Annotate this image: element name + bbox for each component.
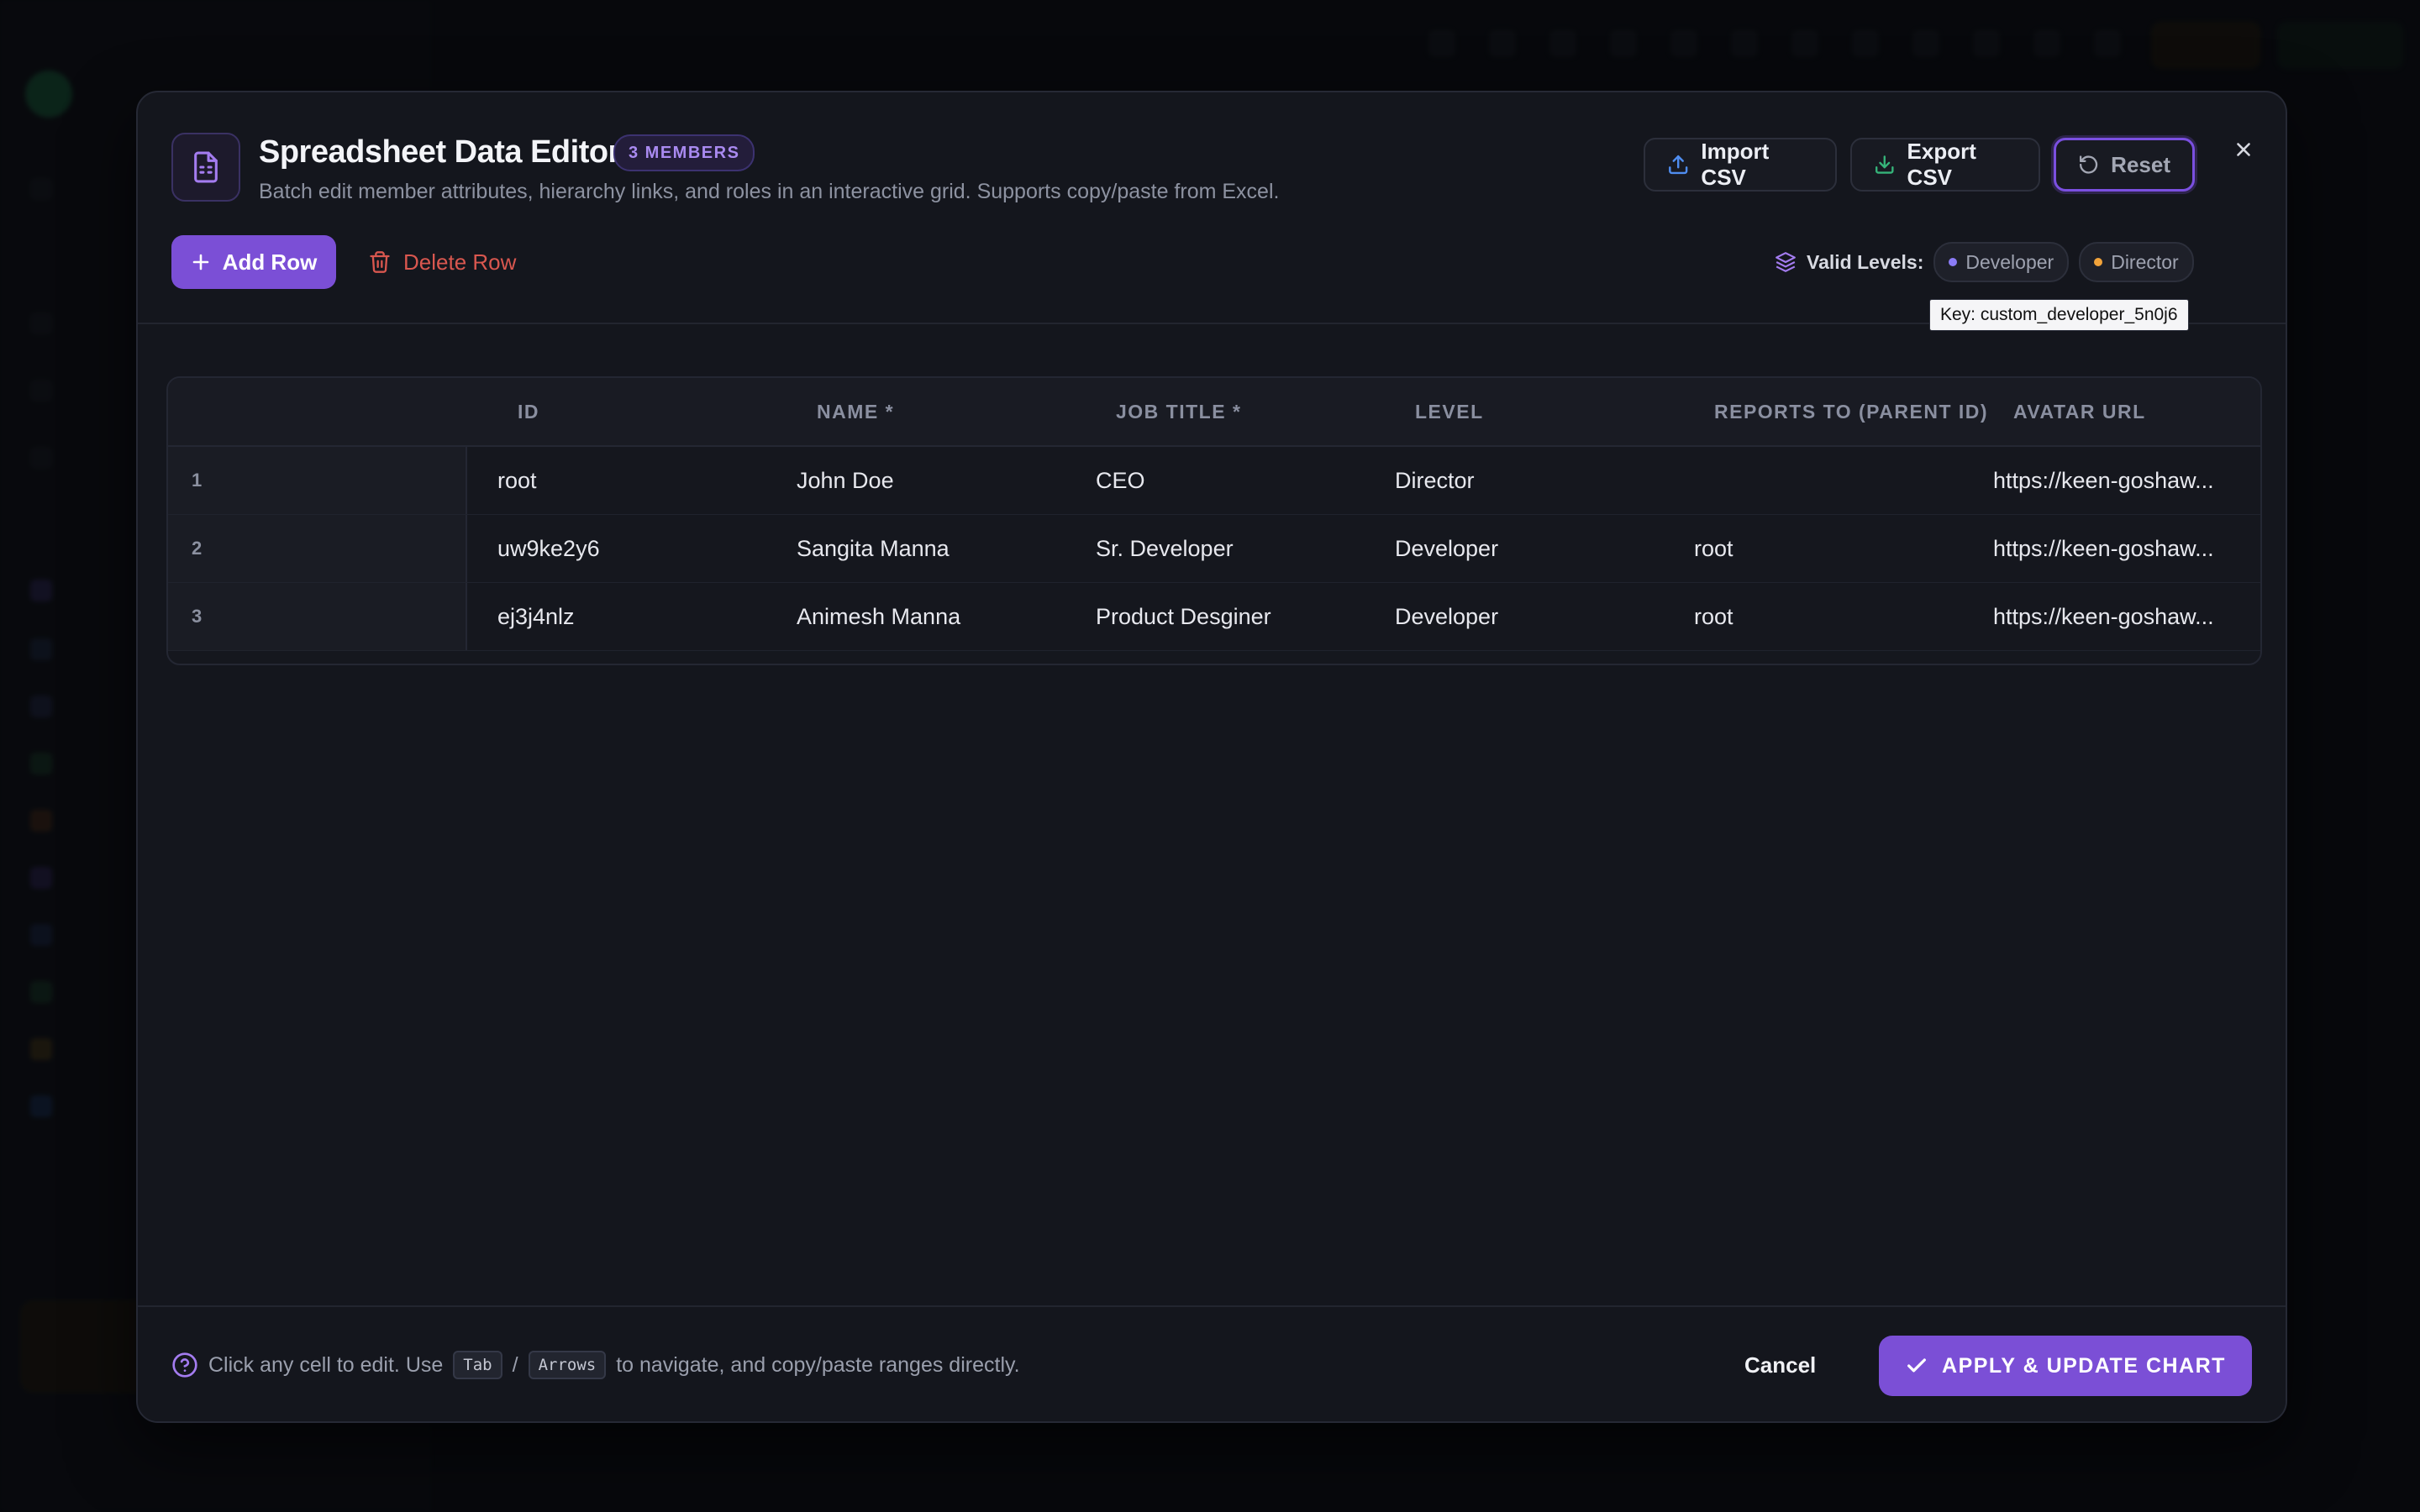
modal-header: Spreadsheet Data Editor 3 MEMBERS Batch … <box>138 92 2286 331</box>
help-circle-icon <box>172 1352 197 1378</box>
reset-icon <box>2079 155 2098 174</box>
column-header-id[interactable]: ID <box>518 378 539 445</box>
row-number[interactable]: 1 <box>168 447 467 514</box>
reset-button[interactable]: Reset <box>2054 138 2195 192</box>
cell-avatar-url[interactable]: https://keen-goshaw... <box>1993 447 2214 514</box>
modal-title: Spreadsheet Data Editor <box>259 134 620 170</box>
cell-avatar-url[interactable]: https://keen-goshaw... <box>1993 583 2214 650</box>
cell-reports-to[interactable]: root <box>1694 515 1733 582</box>
add-row-label: Add Row <box>222 249 318 275</box>
table-row[interactable]: 3 ej3j4nlz Animesh Manna Product Desgine… <box>168 583 2260 651</box>
row-number[interactable]: 2 <box>168 515 467 582</box>
members-count-badge: 3 MEMBERS <box>613 134 755 171</box>
reset-label: Reset <box>2111 151 2170 177</box>
column-header-avatar-url[interactable]: AVATAR URL <box>2013 378 2146 445</box>
help-prefix: Click any cell to edit. Use <box>208 1352 444 1377</box>
level-color-dot <box>2094 258 2103 266</box>
cell-name[interactable]: Sangita Manna <box>797 515 950 582</box>
delete-row-button[interactable]: Delete Row <box>368 235 516 289</box>
cell-id[interactable]: uw9ke2y6 <box>497 515 600 582</box>
column-header-name[interactable]: NAME * <box>817 378 894 445</box>
cell-reports-to[interactable]: root <box>1694 583 1733 650</box>
close-icon <box>2237 143 2250 156</box>
tab-key: Tab <box>453 1351 502 1379</box>
column-header-level[interactable]: LEVEL <box>1415 378 1484 445</box>
level-color-dot <box>1949 258 1958 266</box>
level-chip-director[interactable]: Director <box>2079 242 2194 282</box>
cancel-button[interactable]: Cancel <box>1744 1307 1816 1421</box>
cell-job-title[interactable]: CEO <box>1096 447 1145 514</box>
add-row-button[interactable]: Add Row <box>171 235 336 289</box>
column-header-reports-to[interactable]: REPORTS TO (PARENT ID) <box>1714 378 1988 445</box>
trash-icon <box>370 251 390 273</box>
help-text: Click any cell to edit. Use Tab / Arrows… <box>171 1307 1020 1421</box>
cell-id[interactable]: ej3j4nlz <box>497 583 575 650</box>
modal-subtitle: Batch edit member attributes, hierarchy … <box>259 180 1280 203</box>
export-csv-button[interactable]: Export CSV <box>1850 138 2040 192</box>
key-separator: / <box>512 1352 518 1377</box>
download-icon <box>1876 155 1894 174</box>
apply-update-chart-button[interactable]: APPLY & UPDATE CHART <box>1879 1336 2252 1396</box>
check-icon <box>1907 1358 1926 1373</box>
cell-job-title[interactable]: Sr. Developer <box>1096 515 1234 582</box>
level-chip-developer[interactable]: Developer <box>1933 242 2070 282</box>
close-button[interactable] <box>2223 129 2264 170</box>
table-row[interactable]: 1 root John Doe CEO Director https://kee… <box>168 447 2260 515</box>
cell-avatar-url[interactable]: https://keen-goshaw... <box>1993 515 2214 582</box>
spreadsheet-icon <box>171 133 240 202</box>
arrows-key: Arrows <box>528 1351 607 1379</box>
import-csv-label: Import CSV <box>1701 139 1770 190</box>
level-chip-label: Developer <box>1965 250 2054 273</box>
column-header-job-title[interactable]: JOB TITLE * <box>1116 378 1241 445</box>
spreadsheet-editor-modal: Spreadsheet Data Editor 3 MEMBERS Batch … <box>136 91 2287 1423</box>
cell-name[interactable]: John Doe <box>797 447 894 514</box>
upload-icon <box>1669 155 1688 175</box>
cell-id[interactable]: root <box>497 447 537 514</box>
cell-name[interactable]: Animesh Manna <box>797 583 960 650</box>
level-chip-label: Director <box>2111 250 2179 273</box>
valid-levels-label: Valid Levels: <box>1807 250 1924 273</box>
table-row[interactable]: 2 uw9ke2y6 Sangita Manna Sr. Developer D… <box>168 515 2260 583</box>
cell-level[interactable]: Developer <box>1395 515 1498 582</box>
layers-icon <box>1776 252 1796 272</box>
apply-label: APPLY & UPDATE CHART <box>1942 1353 2226 1378</box>
valid-levels: Valid Levels: Developer Director <box>1775 242 2194 282</box>
delete-row-label: Delete Row <box>403 249 517 275</box>
row-number[interactable]: 3 <box>168 583 467 650</box>
grid-header: ID NAME * JOB TITLE * LEVEL REPORTS TO (… <box>168 378 2260 447</box>
plus-icon <box>192 254 208 270</box>
cell-level[interactable]: Director <box>1395 447 1475 514</box>
cell-job-title[interactable]: Product Desginer <box>1096 583 1271 650</box>
export-csv-label: Export CSV <box>1907 139 1976 190</box>
import-csv-button[interactable]: Import CSV <box>1644 138 1837 192</box>
cell-level[interactable]: Developer <box>1395 583 1498 650</box>
data-grid: ID NAME * JOB TITLE * LEVEL REPORTS TO (… <box>166 376 2262 665</box>
help-suffix: to navigate, and copy/paste ranges direc… <box>616 1352 1020 1377</box>
modal-footer: Click any cell to edit. Use Tab / Arrows… <box>138 1305 2286 1421</box>
level-key-tooltip: Key: custom_developer_5n0j6 <box>1929 299 2189 331</box>
